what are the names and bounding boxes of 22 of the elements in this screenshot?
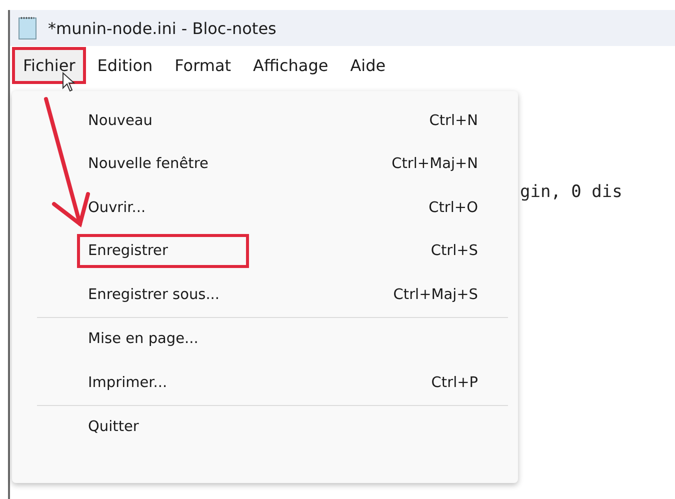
shortcut-text: Ctrl+Maj+S: [393, 286, 478, 303]
menu-item[interactable]: Ouvrir...: [77, 190, 157, 225]
editor-text: gin, 0 dis: [520, 182, 622, 202]
shortcut-text: Ctrl+S: [430, 243, 478, 260]
menu-item[interactable]: Nouvelle fenêtre: [77, 147, 220, 182]
menu-item[interactable]: Edition: [86, 46, 164, 84]
menu-item[interactable]: Fichier: [12, 46, 86, 84]
menu-item[interactable]: Mise en page...: [77, 322, 210, 356]
window-title: *munin-node.ini - Bloc-notes: [48, 18, 276, 38]
menu-item[interactable]: Affichage: [242, 46, 340, 84]
menu-item[interactable]: Enregistrer sous...: [77, 278, 231, 312]
notepad-icon: [18, 16, 38, 40]
menu-item[interactable]: Format: [164, 46, 242, 84]
menu-item[interactable]: Quitter: [77, 410, 150, 444]
menu-item[interactable]: Aide: [339, 46, 397, 84]
shortcut-text: Ctrl+P: [431, 374, 478, 391]
shortcut-text: Ctrl+O: [428, 200, 478, 216]
menu-item[interactable]: Nouveau: [77, 104, 164, 138]
shortcut-text: Ctrl+N: [429, 112, 478, 129]
menu-item[interactable]: Imprimer...: [77, 366, 178, 400]
shortcut-text: Ctrl+Maj+N: [392, 156, 478, 172]
menu-item[interactable]: Enregistrer: [77, 234, 249, 268]
